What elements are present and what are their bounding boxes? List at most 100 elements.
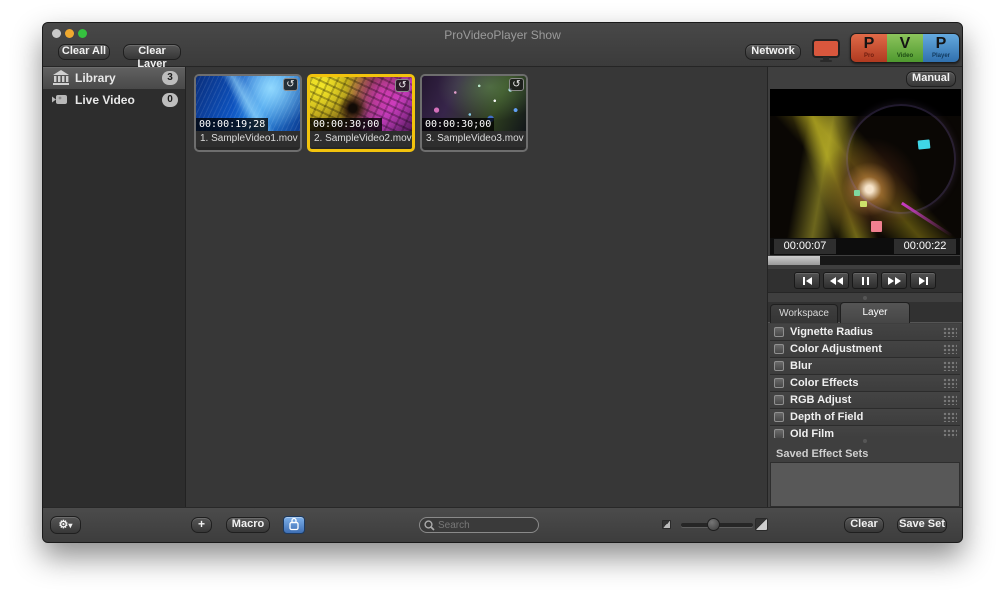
effect-checkbox[interactable] — [774, 429, 784, 438]
effect-checkbox[interactable] — [774, 344, 784, 354]
skip-forward-button[interactable] — [910, 272, 936, 289]
tab-layer[interactable]: Layer — [840, 302, 910, 323]
sidebar: Library 3 Live Video 0 — [43, 67, 186, 507]
effect-row[interactable]: Color Adjustment — [770, 341, 960, 357]
logo-tile-video: V Video — [887, 34, 923, 62]
manual-button[interactable]: Manual — [906, 71, 956, 87]
fast-forward-button[interactable] — [881, 272, 907, 289]
preview-particle — [860, 201, 867, 207]
logo-sublabel: Pro — [851, 53, 887, 59]
effect-label: Old Film — [790, 426, 834, 438]
logo-sublabel: Video — [887, 53, 923, 59]
effect-checkbox[interactable] — [774, 395, 784, 405]
clear-layer-button[interactable]: Clear Layer — [123, 44, 181, 60]
drag-handle-icon[interactable] — [943, 412, 957, 422]
logo-tile-player: P Player — [923, 34, 959, 62]
resize-grip[interactable] — [863, 296, 867, 300]
preview-particle — [918, 140, 931, 150]
display-icon[interactable] — [812, 39, 840, 63]
effect-label: Vignette Radius — [790, 324, 873, 340]
sidebar-item-live-video[interactable]: Live Video 0 — [43, 89, 185, 111]
media-bin[interactable]: 00:00:19;28 ↺ 1. SampleVideo1.mov 00:00:… — [186, 67, 767, 507]
effect-row[interactable]: Old Film — [770, 426, 960, 438]
clear-button[interactable]: Clear — [844, 517, 884, 533]
small-thumbnail-icon[interactable] — [662, 520, 671, 529]
slider-thumb[interactable] — [707, 518, 720, 531]
drag-handle-icon[interactable] — [943, 395, 957, 405]
chevron-down-icon: ▾ — [68, 521, 72, 530]
app-window: ProVideoPlayer Show Clear All Clear Laye… — [42, 22, 963, 543]
gear-icon: ⚙ — [59, 519, 69, 531]
preview-frame — [770, 116, 961, 238]
clip-timecode: 00:00:30;00 — [310, 118, 382, 131]
clip-samplevideo1[interactable]: 00:00:19;28 ↺ 1. SampleVideo1.mov — [194, 74, 302, 152]
logo-tile-pro: P Pro — [851, 34, 887, 62]
pause-button[interactable] — [852, 272, 878, 289]
clip-thumbnail: 00:00:30;00 ↺ — [422, 76, 526, 131]
skip-back-button[interactable] — [794, 272, 820, 289]
rewind-button[interactable] — [823, 272, 849, 289]
effect-label: Color Adjustment — [790, 341, 882, 357]
clip-thumbnail: 00:00:30;00 ↺ — [310, 77, 412, 131]
clip-name: 2. SampleVideo2.mov — [310, 131, 412, 147]
transport-controls — [768, 269, 962, 293]
titlebar: ProVideoPlayer Show Clear All Clear Laye… — [43, 23, 962, 67]
preview-particle — [871, 221, 882, 232]
loop-icon[interactable]: ↺ — [395, 79, 410, 92]
effect-row[interactable]: Color Effects — [770, 375, 960, 391]
video-preview — [770, 89, 961, 238]
count-badge: 3 — [162, 71, 178, 85]
sidebar-item-library[interactable]: Library 3 — [43, 67, 185, 89]
clip-thumbnail: 00:00:19;28 ↺ — [196, 76, 300, 131]
effect-checkbox[interactable] — [774, 412, 784, 422]
effects-list[interactable]: Vignette Radius Color Adjustment Blur Co… — [770, 324, 960, 438]
macro-button[interactable]: Macro — [226, 517, 270, 533]
sidebar-item-label: Live Video — [75, 89, 135, 111]
drag-handle-icon[interactable] — [943, 327, 957, 337]
drag-handle-icon[interactable] — [943, 344, 957, 354]
effect-row[interactable]: Vignette Radius — [770, 324, 960, 340]
progress-fill — [768, 256, 820, 265]
preview-panel: Manual 00:00:07 00:00:22 — [767, 67, 962, 507]
clear-all-button[interactable]: Clear All — [58, 44, 110, 60]
effect-row[interactable]: RGB Adjust — [770, 392, 960, 408]
effects-tab-bar: Workspace Layer — [768, 302, 962, 323]
effect-checkbox[interactable] — [774, 378, 784, 388]
drag-handle-icon[interactable] — [943, 378, 957, 388]
large-thumbnail-icon[interactable] — [755, 518, 768, 531]
resize-grip[interactable] — [863, 439, 867, 443]
tab-workspace[interactable]: Workspace — [770, 304, 838, 323]
lens-flare — [846, 104, 956, 214]
remaining-time: 00:00:22 — [894, 239, 956, 254]
logo-sublabel: Player — [923, 53, 959, 59]
loop-icon[interactable]: ↺ — [509, 78, 524, 91]
clip-timecode: 00:00:30;00 — [422, 118, 494, 131]
stamp-icon[interactable] — [283, 516, 305, 534]
clip-samplevideo3[interactable]: 00:00:30;00 ↺ 3. SampleVideo3.mov — [420, 74, 528, 152]
pvp-logo: P Pro V Video P Player — [850, 33, 960, 63]
search-input[interactable] — [419, 517, 539, 533]
thumbnail-size-slider[interactable] — [681, 523, 753, 527]
save-set-button[interactable]: Save Set — [897, 517, 947, 533]
video-camera-icon — [52, 92, 70, 108]
drag-handle-icon[interactable] — [943, 429, 957, 438]
drag-handle-icon[interactable] — [943, 361, 957, 371]
preview-particle — [854, 190, 860, 196]
loop-icon[interactable]: ↺ — [283, 78, 298, 91]
action-menu-button[interactable]: ⚙▾ — [50, 516, 81, 534]
saved-effect-sets-list[interactable] — [770, 462, 960, 507]
effect-checkbox[interactable] — [774, 361, 784, 371]
network-button[interactable]: Network — [745, 44, 801, 60]
clip-samplevideo2[interactable]: 00:00:30;00 ↺ 2. SampleVideo2.mov — [307, 74, 415, 152]
effect-checkbox[interactable] — [774, 327, 784, 337]
logo-letter: V — [887, 35, 923, 53]
add-media-button[interactable]: + — [191, 517, 212, 533]
clip-name: 1. SampleVideo1.mov — [196, 131, 300, 147]
effect-row[interactable]: Blur — [770, 358, 960, 374]
effect-label: Color Effects — [790, 375, 858, 391]
playback-progress-bar[interactable] — [768, 256, 960, 265]
effect-label: Blur — [790, 358, 812, 374]
timecode-row: 00:00:07 00:00:22 — [770, 238, 960, 255]
elapsed-time: 00:00:07 — [774, 239, 836, 254]
effect-row[interactable]: Depth of Field — [770, 409, 960, 425]
